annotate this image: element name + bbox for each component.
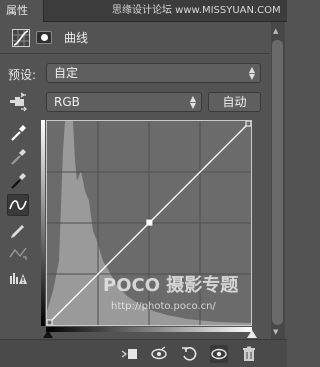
input-gradient-bar [46, 327, 252, 332]
curve-points-icon[interactable] [7, 194, 29, 216]
adjustment-title: 曲线 [64, 31, 89, 45]
curve-control-point[interactable] [245, 120, 252, 127]
channel-value: RGB [54, 95, 80, 109]
pencil-draw-icon[interactable] [7, 218, 29, 240]
channel-dropdown[interactable]: RGB ▲ ▼ [46, 92, 202, 112]
poco-url: http://photo.poco.cn/ [111, 301, 216, 312]
black-point-slider[interactable] [43, 330, 53, 338]
adjustment-header: 曲线 [0, 22, 270, 54]
curves-adjustment-icon [12, 29, 30, 47]
auto-button[interactable]: 自动 [208, 92, 261, 112]
white-point-slider[interactable] [247, 330, 257, 338]
curve-control-point[interactable] [146, 219, 153, 226]
bottom-toolbar [0, 339, 287, 367]
black-point-eyedropper-icon[interactable] [7, 170, 29, 192]
visibility-icon[interactable] [210, 345, 228, 363]
curve-control-point[interactable] [46, 319, 53, 326]
scrollbar-thumb[interactable] [272, 40, 283, 325]
tab-properties[interactable]: 属性 [0, 0, 44, 22]
scroll-up-icon[interactable]: ▲ [273, 27, 278, 35]
hand-adjust-icon[interactable] [7, 91, 29, 113]
dropdown-arrows-icon: ▲ ▼ [248, 65, 255, 81]
properties-panel: 属性 思缘设计论坛 www.MISSYUAN.COM 曲线 预设: 自定 ▲▼ [0, 0, 287, 367]
curves-graph[interactable]: POCO 摄影专题 http://photo.poco.cn/ [46, 120, 252, 326]
preset-label: 预设: [8, 68, 37, 82]
delete-icon[interactable] [240, 345, 258, 363]
reset-icon[interactable] [180, 345, 198, 363]
preset-dropdown[interactable]: 自定 ▲ ▼ [46, 63, 261, 83]
poco-watermark: POCO 摄影专题 [103, 274, 239, 296]
scroll-down-icon[interactable]: ▼ [273, 328, 278, 336]
gray-point-eyedropper-icon[interactable] [7, 146, 29, 168]
smooth-curve-icon[interactable] [7, 242, 29, 264]
view-previous-state-icon[interactable] [150, 345, 168, 363]
preset-value: 自定 [54, 66, 79, 80]
output-gradient-bar [41, 120, 45, 326]
clip-to-layer-icon[interactable] [120, 345, 138, 363]
layer-mask-icon[interactable] [36, 31, 52, 44]
panel-tab-bar: 属性 思缘设计论坛 www.MISSYUAN.COM [0, 0, 287, 22]
curve-canvas[interactable]: POCO 摄影专题 http://photo.poco.cn/ [46, 120, 252, 326]
watermark-text: 思缘设计论坛 www.MISSYUAN.COM [112, 5, 281, 16]
white-point-eyedropper-icon[interactable] [7, 122, 29, 144]
dropdown-arrows-icon: ▲ ▼ [189, 94, 196, 110]
clipping-warning-icon[interactable] [7, 266, 29, 288]
